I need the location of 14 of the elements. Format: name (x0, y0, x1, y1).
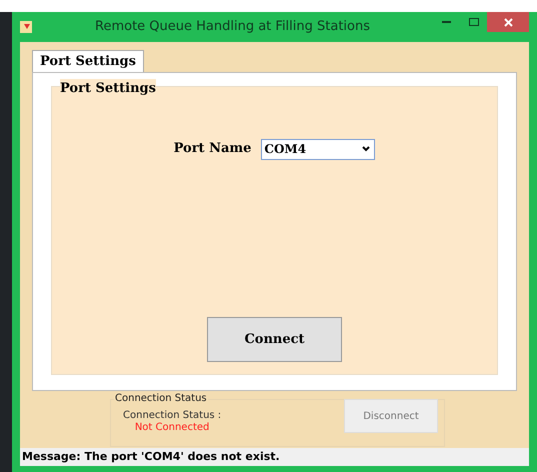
connection-status-value: Not Connected (134, 422, 210, 434)
maximize-icon (468, 18, 478, 26)
status-message: Message: The port 'COM4' does not exist. (21, 448, 280, 465)
connect-button[interactable]: Connect (207, 317, 342, 362)
close-button[interactable] (487, 12, 529, 32)
app-icon (20, 21, 32, 33)
minimize-icon (442, 21, 451, 23)
connection-status-label: Connection Status : (123, 410, 222, 422)
port-name-label: Port Name (174, 140, 252, 158)
tab[interactable]: Port Settings (32, 50, 144, 72)
chevron-down-icon (362, 146, 370, 152)
close-icon (504, 18, 512, 26)
port-name-dropdown[interactable]: COM4 (261, 138, 376, 160)
window-title: Remote Queue Handling at Filling Stations (94, 18, 371, 36)
